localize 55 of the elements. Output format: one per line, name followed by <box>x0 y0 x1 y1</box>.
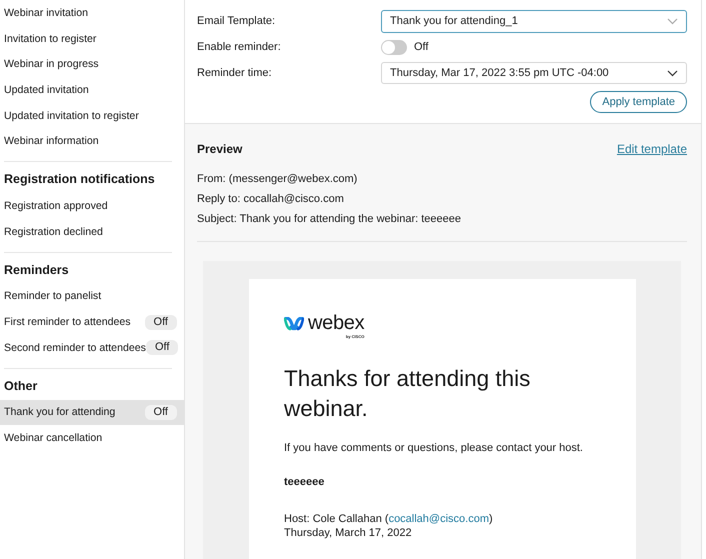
sidebar-item[interactable]: Webinar in progress <box>0 51 184 78</box>
webinar-name: teeeeee <box>284 476 326 488</box>
item-label: Updated invitation <box>4 84 89 96</box>
sidebar-item[interactable]: Second reminder to attendees Off <box>0 334 184 361</box>
sidebar-item[interactable]: Invitation to register <box>0 26 184 52</box>
toggle-label: Off <box>414 41 428 53</box>
sidebar-item[interactable]: Registration declined <box>0 218 184 244</box>
sidebar-item[interactable]: Updated invitation <box>0 77 184 103</box>
email-heading: Thanks for attending this webinar. <box>284 365 532 423</box>
logo-wordmark: webex <box>308 313 364 333</box>
chevron-down-icon <box>667 70 678 76</box>
sidebar-item[interactable]: Webinar cancellation <box>0 425 184 451</box>
item-label: Thank you for attending <box>4 406 116 418</box>
sidebar-item[interactable]: Reminder to panelist <box>0 284 184 310</box>
status-badge: Off <box>144 314 177 330</box>
email-body-text: If you have comments or questions, please contact your host. <box>284 442 584 454</box>
email-link[interactable]: cocallah@cisco.com <box>388 513 489 525</box>
apply-button[interactable]: Apply template <box>590 91 687 113</box>
host-line: Host: Cole Callahan (cocallah@cisco.com) <box>284 512 494 527</box>
section-heading: Other <box>4 378 38 395</box>
sidebar-item[interactable]: First reminder to attendees Off <box>0 309 184 335</box>
sidebar-item[interactable]: Webinar information <box>0 128 184 154</box>
email-header-line: From: (messenger@webex.com) <box>197 173 358 186</box>
status-badge: Off <box>146 340 178 356</box>
sidebar-item[interactable]: Updated invitation to register <box>0 102 184 128</box>
sidebar-item[interactable]: Webinar invitation <box>0 0 184 26</box>
preview-title: Preview <box>197 142 242 156</box>
section-heading: Reminders <box>4 262 70 278</box>
status-badge: Off <box>144 404 177 420</box>
item-label: Second reminder to attendees <box>4 342 146 354</box>
item-label: Webinar information <box>4 135 99 148</box>
item-label: Registration declined <box>4 226 103 238</box>
item-label: Webinar invitation <box>4 6 88 19</box>
time-dropdown[interactable]: Thursday, Mar 17, 2022 3:55 pm UTC -04:00 <box>381 62 687 84</box>
item-label: Invitation to register <box>4 32 96 45</box>
email-header-line: Reply to: cocallah@cisco.com <box>197 193 345 206</box>
item-label: First reminder to attendees <box>4 316 131 328</box>
edit-template-link[interactable]: Edit template <box>616 142 687 156</box>
template-dropdown[interactable]: Thank you for attending_1 <box>381 10 687 32</box>
toggle-switch[interactable] <box>381 40 407 54</box>
item-label: Webinar cancellation <box>4 432 102 444</box>
section-heading: Registration notifications <box>4 171 156 188</box>
chevron-down-icon <box>667 18 678 24</box>
email-date: Thursday, March 17, 2022 <box>284 527 413 539</box>
field-label: Reminder time: <box>197 67 273 79</box>
email-header-line: Subject: Thank you for attending the webinar: teeeeee <box>197 213 462 226</box>
field-label: Enable reminder: <box>197 41 282 53</box>
item-label: Updated invitation to register <box>4 110 139 122</box>
field-label: Email Template: <box>197 15 276 27</box>
item-label: Reminder to panelist <box>4 290 102 302</box>
item-label: Webinar in progress <box>4 58 99 70</box>
sidebar-item[interactable]: Thank you for attending Off <box>0 400 184 426</box>
logo-icon <box>284 317 304 331</box>
sidebar-item[interactable]: Registration approved <box>0 193 184 219</box>
item-label: Registration approved <box>4 200 108 212</box>
